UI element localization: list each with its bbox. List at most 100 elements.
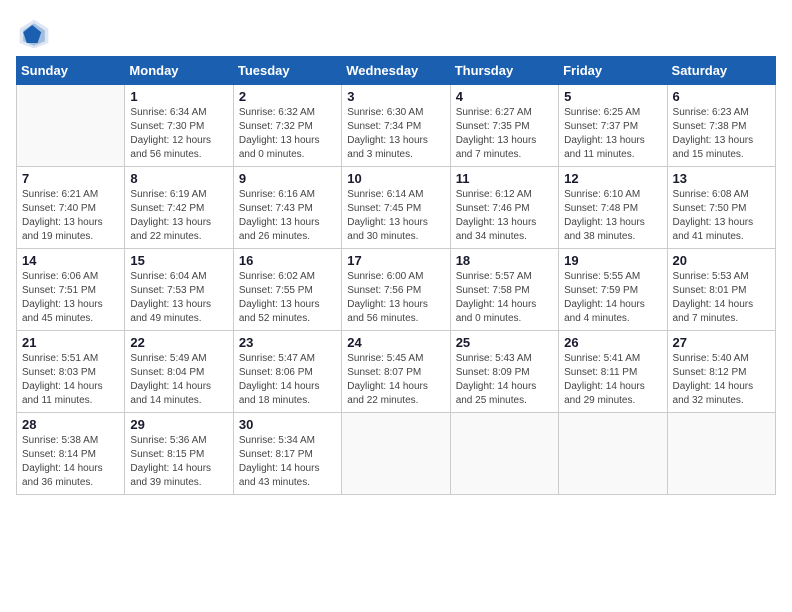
day-cell: 22 Sunrise: 5:49 AM Sunset: 8:04 PM Dayli… [125,331,233,413]
day-cell: 1 Sunrise: 6:34 AM Sunset: 7:30 PM Daylig… [125,85,233,167]
day-detail: Sunrise: 5:57 AM Sunset: 7:58 PM Dayligh… [456,270,553,326]
day-detail: Sunrise: 5:47 AM Sunset: 8:06 PM Dayligh… [239,352,336,408]
day-detail: Sunrise: 6:25 AM Sunset: 7:37 PM Dayligh… [564,106,661,162]
day-detail: Sunrise: 6:32 AM Sunset: 7:32 PM Dayligh… [239,106,336,162]
day-header-friday: Friday [559,57,667,85]
day-number: 6 [673,89,770,104]
day-number: 20 [673,253,770,268]
day-detail: Sunrise: 5:43 AM Sunset: 8:09 PM Dayligh… [456,352,553,408]
day-number: 30 [239,417,336,432]
day-number: 14 [22,253,119,268]
day-detail: Sunrise: 5:34 AM Sunset: 8:17 PM Dayligh… [239,434,336,490]
day-cell: 28 Sunrise: 5:38 AM Sunset: 8:14 PM Dayli… [17,413,125,495]
day-cell: 19Sunrise: 5:55 AM Sunset: 7:59 PM Dayli… [559,249,667,331]
page-header [16,16,776,52]
day-header-wednesday: Wednesday [342,57,450,85]
day-detail: Sunrise: 5:38 AM Sunset: 8:14 PM Dayligh… [22,434,119,490]
week-row-1: 1 Sunrise: 6:34 AM Sunset: 7:30 PM Daylig… [17,85,776,167]
day-detail: Sunrise: 6:04 AM Sunset: 7:53 PM Dayligh… [130,270,227,326]
day-cell [342,413,450,495]
day-cell: 13 Sunrise: 6:08 AM Sunset: 7:50 PM Dayli… [667,167,775,249]
day-number: 9 [239,171,336,186]
day-number: 7 [22,171,119,186]
day-cell [667,413,775,495]
day-cell: 15 Sunrise: 6:04 AM Sunset: 7:53 PM Dayli… [125,249,233,331]
day-cell [17,85,125,167]
day-number: 15 [130,253,227,268]
day-cell: 9 Sunrise: 6:16 AM Sunset: 7:43 PM Daylig… [233,167,341,249]
day-cell: 29 Sunrise: 5:36 AM Sunset: 8:15 PM Dayli… [125,413,233,495]
day-detail: Sunrise: 6:34 AM Sunset: 7:30 PM Dayligh… [130,106,227,162]
day-number: 8 [130,171,227,186]
calendar-table: SundayMondayTuesdayWednesdayThursdayFrid… [16,56,776,495]
day-detail: Sunrise: 5:49 AM Sunset: 8:04 PM Dayligh… [130,352,227,408]
day-number: 25 [456,335,553,350]
week-row-3: 14 Sunrise: 6:06 AM Sunset: 7:51 PM Dayli… [17,249,776,331]
week-row-2: 7 Sunrise: 6:21 AM Sunset: 7:40 PM Daylig… [17,167,776,249]
logo [16,16,56,52]
day-number: 2 [239,89,336,104]
day-cell: 23 Sunrise: 5:47 AM Sunset: 8:06 PM Dayli… [233,331,341,413]
day-number: 24 [347,335,444,350]
day-number: 26 [564,335,661,350]
day-cell: 2 Sunrise: 6:32 AM Sunset: 7:32 PM Daylig… [233,85,341,167]
day-detail: Sunrise: 5:40 AM Sunset: 8:12 PM Dayligh… [673,352,770,408]
day-detail: Sunrise: 6:12 AM Sunset: 7:46 PM Dayligh… [456,188,553,244]
day-detail: Sunrise: 6:10 AM Sunset: 7:48 PM Dayligh… [564,188,661,244]
day-cell: 25 Sunrise: 5:43 AM Sunset: 8:09 PM Dayli… [450,331,558,413]
day-detail: Sunrise: 6:21 AM Sunset: 7:40 PM Dayligh… [22,188,119,244]
day-number: 13 [673,171,770,186]
day-detail: Sunrise: 6:30 AM Sunset: 7:34 PM Dayligh… [347,106,444,162]
day-detail: Sunrise: 6:16 AM Sunset: 7:43 PM Dayligh… [239,188,336,244]
day-detail: Sunrise: 5:51 AM Sunset: 8:03 PM Dayligh… [22,352,119,408]
day-detail: Sunrise: 6:27 AM Sunset: 7:35 PM Dayligh… [456,106,553,162]
day-detail: Sunrise: 6:14 AM Sunset: 7:45 PM Dayligh… [347,188,444,244]
day-cell: 3 Sunrise: 6:30 AM Sunset: 7:34 PM Daylig… [342,85,450,167]
day-cell: 17 Sunrise: 6:00 AM Sunset: 7:56 PM Dayli… [342,249,450,331]
day-number: 23 [239,335,336,350]
day-number: 12 [564,171,661,186]
day-number: 22 [130,335,227,350]
day-cell: 30 Sunrise: 5:34 AM Sunset: 8:17 PM Dayli… [233,413,341,495]
day-number: 29 [130,417,227,432]
day-detail: Sunrise: 5:53 AM Sunset: 8:01 PM Dayligh… [673,270,770,326]
day-detail: Sunrise: 6:06 AM Sunset: 7:51 PM Dayligh… [22,270,119,326]
day-header-thursday: Thursday [450,57,558,85]
day-detail: Sunrise: 6:19 AM Sunset: 7:42 PM Dayligh… [130,188,227,244]
day-number: 18 [456,253,553,268]
day-number: 28 [22,417,119,432]
day-cell: 8 Sunrise: 6:19 AM Sunset: 7:42 PM Daylig… [125,167,233,249]
day-detail: Sunrise: 5:45 AM Sunset: 8:07 PM Dayligh… [347,352,444,408]
day-cell: 14 Sunrise: 6:06 AM Sunset: 7:51 PM Dayli… [17,249,125,331]
week-row-4: 21Sunrise: 5:51 AM Sunset: 8:03 PM Dayli… [17,331,776,413]
day-detail: Sunrise: 5:36 AM Sunset: 8:15 PM Dayligh… [130,434,227,490]
day-cell [559,413,667,495]
day-cell: 6 Sunrise: 6:23 AM Sunset: 7:38 PM Daylig… [667,85,775,167]
calendar-header-row: SundayMondayTuesdayWednesdayThursdayFrid… [17,57,776,85]
day-cell: 12 Sunrise: 6:10 AM Sunset: 7:48 PM Dayli… [559,167,667,249]
day-cell: 7 Sunrise: 6:21 AM Sunset: 7:40 PM Daylig… [17,167,125,249]
day-detail: Sunrise: 6:00 AM Sunset: 7:56 PM Dayligh… [347,270,444,326]
day-cell: 20 Sunrise: 5:53 AM Sunset: 8:01 PM Dayli… [667,249,775,331]
day-number: 1 [130,89,227,104]
day-detail: Sunrise: 6:02 AM Sunset: 7:55 PM Dayligh… [239,270,336,326]
day-header-saturday: Saturday [667,57,775,85]
day-number: 10 [347,171,444,186]
day-cell: 10 Sunrise: 6:14 AM Sunset: 7:45 PM Dayli… [342,167,450,249]
day-number: 3 [347,89,444,104]
day-header-tuesday: Tuesday [233,57,341,85]
day-cell: 4 Sunrise: 6:27 AM Sunset: 7:35 PM Daylig… [450,85,558,167]
day-header-sunday: Sunday [17,57,125,85]
day-number: 19 [564,253,661,268]
day-cell: 27Sunrise: 5:40 AM Sunset: 8:12 PM Dayli… [667,331,775,413]
day-number: 17 [347,253,444,268]
day-number: 5 [564,89,661,104]
day-cell: 5 Sunrise: 6:25 AM Sunset: 7:37 PM Daylig… [559,85,667,167]
week-row-5: 28 Sunrise: 5:38 AM Sunset: 8:14 PM Dayli… [17,413,776,495]
day-detail: Sunrise: 6:23 AM Sunset: 7:38 PM Dayligh… [673,106,770,162]
day-cell: 24 Sunrise: 5:45 AM Sunset: 8:07 PM Dayli… [342,331,450,413]
day-detail: Sunrise: 6:08 AM Sunset: 7:50 PM Dayligh… [673,188,770,244]
day-cell: 11Sunrise: 6:12 AM Sunset: 7:46 PM Dayli… [450,167,558,249]
day-detail: Sunrise: 5:41 AM Sunset: 8:11 PM Dayligh… [564,352,661,408]
day-number: 4 [456,89,553,104]
